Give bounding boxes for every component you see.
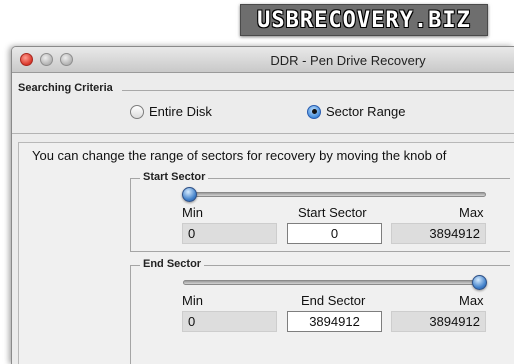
radio-label-sector-range: Sector Range — [326, 104, 406, 119]
title-bar[interactable]: DDR - Pen Drive Recovery — [12, 47, 514, 73]
start-sector-input[interactable]: 0 — [287, 223, 382, 244]
start-min-field: 0 — [182, 223, 277, 244]
start-max-field: 3894912 — [391, 223, 486, 244]
end-min-label: Min — [182, 293, 203, 308]
radio-button-icon[interactable] — [130, 104, 144, 119]
banner-text: USBRECOVERY.BIZ — [257, 7, 471, 33]
end-max-field: 3894912 — [391, 311, 486, 332]
end-sector-input[interactable]: 3894912 — [287, 311, 382, 332]
end-sector-label: End Sector — [301, 293, 366, 308]
end-sector-slider-knob[interactable] — [472, 275, 487, 290]
radio-label-entire-disk: Entire Disk — [149, 104, 212, 119]
end-sector-title: End Sector — [140, 258, 205, 270]
start-sector-title: Start Sector — [140, 171, 209, 183]
end-max-label: Max — [459, 293, 484, 308]
radio-sector-range[interactable]: Sector Range — [307, 104, 406, 119]
start-sector-slider-track[interactable] — [183, 192, 486, 197]
window-title: DDR - Pen Drive Recovery — [270, 53, 426, 68]
end-min-field: 0 — [182, 311, 277, 332]
app-window: DDR - Pen Drive Recovery Searching Crite… — [11, 46, 514, 364]
horizontal-divider — [12, 133, 514, 134]
info-text: You can change the range of sectors for … — [32, 148, 447, 163]
start-sector-slider-knob[interactable] — [182, 187, 197, 202]
searching-criteria-label: Searching Criteria — [18, 82, 113, 94]
start-sector-label: Start Sector — [298, 205, 367, 220]
radio-entire-disk[interactable]: Entire Disk — [130, 104, 212, 119]
start-min-label: Min — [182, 205, 203, 220]
end-sector-slider-track[interactable] — [183, 280, 486, 285]
radio-button-selected-icon[interactable] — [307, 104, 321, 119]
section-divider — [122, 90, 514, 91]
start-max-label: Max — [459, 205, 484, 220]
website-banner: USBRECOVERY.BIZ — [240, 4, 488, 36]
